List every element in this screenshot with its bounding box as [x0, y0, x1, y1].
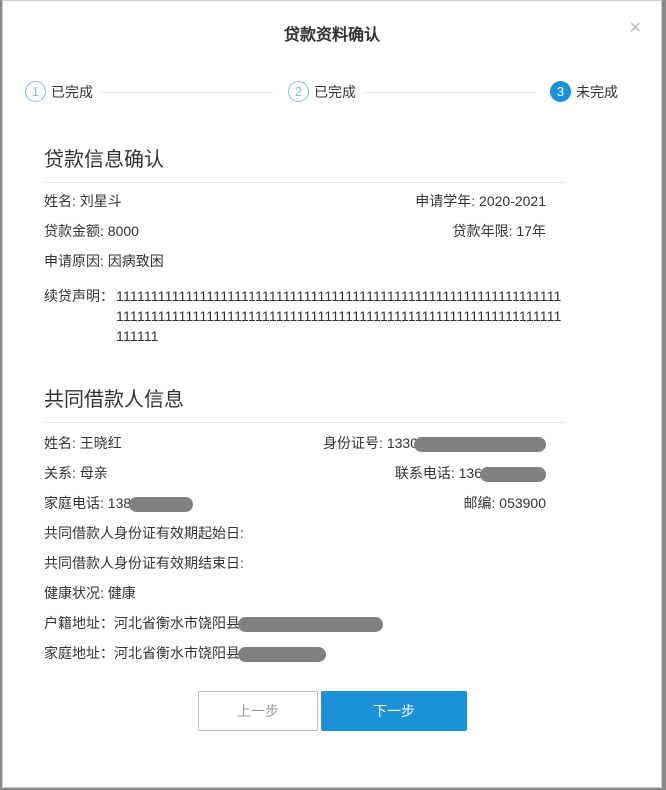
redaction-mask: [129, 496, 194, 512]
id-number: 身份证号: 1330: [323, 433, 546, 453]
redaction-mask: [238, 646, 326, 662]
previous-step-button[interactable]: 上一步: [198, 691, 318, 731]
academic-year: 申请学年: 2020-2021: [415, 193, 546, 209]
redaction-mask: [480, 466, 546, 482]
declaration-label: 续贷声明：: [44, 288, 114, 304]
dialog-title: 贷款资料确认: [283, 27, 380, 44]
home-address: 家庭地址：河北省衡水市饶阳县: [44, 643, 326, 663]
section-title: 共同借款人信息: [44, 383, 566, 423]
section-title: 贷款信息确认: [44, 143, 566, 183]
step-label: 未完成: [576, 83, 618, 100]
next-step-button[interactable]: 下一步: [321, 691, 467, 731]
apply-reason: 申请原因: 因病致困: [44, 253, 164, 269]
coborrower-name: 姓名: 王晓红: [44, 435, 122, 451]
step-number: 2: [288, 81, 309, 102]
renewal-declaration: 续贷声明： 1111111111111111111111111111111111…: [44, 286, 562, 346]
redaction-mask: [238, 616, 383, 632]
declaration-value: 1111111111111111111111111111111111111111…: [116, 288, 562, 344]
coborrower-section: 共同借款人信息 姓名: 王晓红 身份证号: 1330 关系: 母亲 联系电话: 13…: [44, 383, 566, 673]
loan-info-section: 贷款信息确认 姓名: 刘星斗 申请学年: 2020-2021 贷款金额: 8000…: [44, 143, 566, 346]
loan-confirm-dialog: 贷款资料确认 × 1 已完成 2 已完成 3 未完成 贷款信息确认 姓名: 刘星…: [2, 0, 662, 788]
home-phone: 家庭电话: 138: [44, 493, 194, 513]
relation: 关系: 母亲: [44, 465, 108, 481]
hukou-address: 户籍地址：河北省衡水市饶阳县: [44, 613, 383, 633]
student-name: 姓名: 刘星斗: [44, 193, 122, 209]
zip-code: 邮编: 053900: [463, 495, 547, 511]
step-3: 3 未完成: [550, 81, 618, 102]
contact-phone: 联系电话: 136: [395, 463, 546, 483]
step-label: 已完成: [314, 83, 356, 100]
step-1: 1 已完成: [25, 81, 93, 102]
close-icon[interactable]: ×: [629, 17, 641, 40]
step-2: 2 已完成: [288, 81, 356, 102]
redaction-mask: [414, 436, 546, 452]
step-label: 已完成: [51, 83, 93, 100]
step-connector: [363, 92, 535, 93]
step-number: 3: [550, 81, 571, 102]
loan-amount: 贷款金额: 8000: [44, 223, 139, 239]
loan-term: 贷款年限: 17年: [452, 223, 546, 239]
progress-steps: 1 已完成 2 已完成 3 未完成: [25, 81, 625, 105]
id-valid-start: 共同借款人身份证有效期起始日:: [44, 525, 244, 541]
id-valid-end: 共同借款人身份证有效期结束日:: [44, 555, 244, 571]
health-status: 健康状况: 健康: [44, 585, 136, 601]
step-connector: [101, 92, 273, 93]
step-number: 1: [25, 81, 46, 102]
